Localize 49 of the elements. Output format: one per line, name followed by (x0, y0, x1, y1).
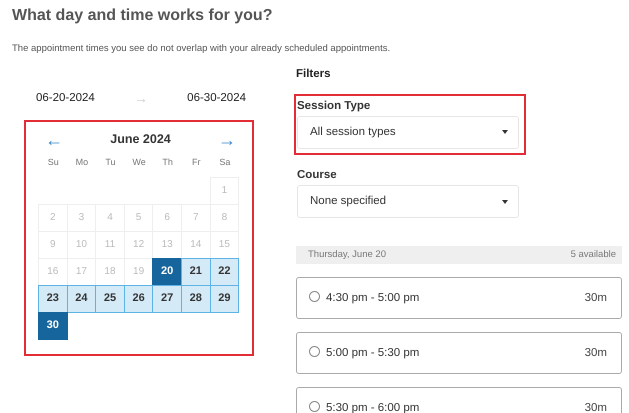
field-label: Course (297, 168, 338, 183)
page-heading: What day and time works for you? (11, 6, 274, 26)
weekday-label: Sa (218, 156, 232, 170)
caret-icon (502, 200, 508, 204)
day-cell[interactable]: 23 (38, 284, 68, 313)
dropdown-field[interactable]: None specified (297, 185, 519, 218)
radio-icon[interactable] (309, 346, 320, 357)
day-cell: 1 (210, 176, 240, 205)
field-label: Session Type (297, 98, 372, 114)
day-cell[interactable]: 28 (180, 284, 211, 313)
day-cell[interactable]: 26 (124, 284, 154, 313)
weekday-label: Tu (104, 156, 117, 170)
arrow-icon: → (134, 88, 148, 110)
day-cell[interactable]: 20 (152, 258, 182, 286)
day-cell: 2 (38, 204, 68, 232)
day-cell[interactable]: 27 (152, 284, 182, 313)
day-cell[interactable]: 29 (210, 284, 240, 313)
day-cell[interactable]: 25 (95, 284, 125, 313)
radio-icon[interactable] (309, 290, 320, 302)
weekday-label: Th (161, 156, 174, 170)
radio-icon[interactable] (309, 400, 320, 412)
weekday-label: Mo (74, 156, 90, 170)
day-cell[interactable]: 30 (38, 312, 68, 340)
caret-icon (502, 130, 508, 134)
time-slot-option[interactable]: 5:00 pm - 5:30 pm 30m (296, 332, 622, 374)
end-date: 06-30-2024 (187, 91, 246, 106)
slot-duration: 30m (584, 346, 607, 361)
slot-time: 4:30 pm - 5:00 pm (326, 292, 420, 304)
previous-month-button[interactable]: ← (45, 130, 63, 149)
weekday-label: We (131, 156, 147, 170)
filters-title: Filters (296, 67, 332, 82)
weekday-label: Fr (191, 156, 202, 170)
slot-duration: 30m (584, 290, 607, 306)
day-cell[interactable]: 21 (180, 258, 211, 286)
info-text: The appointment times you see do not overlap with your already scheduled appointments. (11, 42, 392, 56)
slot-time: 5:00 pm - 5:30 pm (326, 346, 420, 359)
available-count: 5 available (570, 248, 616, 262)
month-title: June 2024 (110, 131, 171, 148)
slot-time: 5:30 pm - 6:00 pm (326, 402, 420, 413)
dropdown-field[interactable]: All session types (297, 116, 519, 149)
time-slot-option[interactable]: 5:30 pm - 6:00 pm 30m (296, 387, 622, 413)
slot-duration: 30m (584, 400, 607, 413)
day-cell[interactable]: 22 (210, 258, 240, 286)
time-slot-option[interactable]: 4:30 pm - 5:00 pm 30m (296, 277, 622, 320)
day-cell[interactable]: 24 (66, 284, 96, 313)
start-date: 06-20-2024 (36, 91, 95, 106)
weekday-label: Su (46, 156, 60, 170)
next-month-button[interactable]: → (218, 130, 236, 149)
day-date: Thursday, June 20 (308, 248, 386, 262)
